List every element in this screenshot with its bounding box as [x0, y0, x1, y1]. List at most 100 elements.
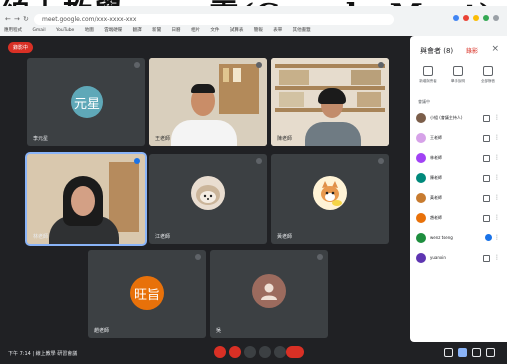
pin-icon[interactable]: [483, 195, 490, 202]
address-bar[interactable]: meet.google.com/xxx-xxxx-xxx: [34, 14, 394, 25]
recording-badge: 錄影中: [8, 42, 34, 53]
books: [351, 70, 381, 85]
bookmark-item[interactable]: YouTube: [56, 28, 74, 33]
participant-name: 黃老師: [277, 234, 293, 240]
reload-icon[interactable]: ↻: [23, 14, 29, 25]
participant-name: 江老師: [155, 234, 171, 240]
pin-icon[interactable]: [483, 175, 490, 182]
more-icon[interactable]: ⋮: [494, 254, 500, 261]
person-body: [305, 122, 361, 146]
person-icon: [261, 283, 277, 300]
books: [279, 92, 304, 107]
avatar: [313, 176, 347, 210]
chat-icon[interactable]: [472, 348, 481, 357]
person-hair: [318, 88, 346, 104]
bookmark-item[interactable]: 地圖: [85, 28, 94, 33]
info-icon[interactable]: [444, 348, 453, 357]
add-people-button[interactable]: 新增與會者: [414, 66, 442, 84]
participant-row[interactable]: 王老師 ⋮: [416, 130, 504, 146]
people-icon[interactable]: [458, 348, 467, 357]
activities-icon[interactable]: [486, 348, 495, 357]
avatar: [416, 233, 426, 243]
speaking-icon: [134, 158, 140, 164]
extension-icon[interactable]: [453, 15, 459, 21]
forward-icon[interactable]: →: [14, 14, 20, 25]
participant-row[interactable]: 林老師 ⋮: [416, 150, 504, 166]
pin-icon[interactable]: [483, 135, 490, 142]
video-tile-man-glasses[interactable]: 王老師: [149, 58, 267, 146]
pin-icon[interactable]: [483, 155, 490, 162]
mute-icon: [483, 66, 493, 76]
mic-icon: [317, 254, 323, 260]
participants-panel: 與會者 (8) 錄影 × 新增與會者 舉手說明 全部靜音 會議中 小組 (會議主…: [410, 36, 507, 342]
bookmark-item[interactable]: 試算表: [230, 28, 244, 33]
meeting-time-title: 下午 7:14 | 線上教學 研習會議: [8, 351, 78, 357]
participant-row[interactable]: 趙老師 ⋮: [416, 210, 504, 226]
video-tile-default-user[interactable]: 吳: [210, 250, 328, 338]
camera-off-button[interactable]: [229, 346, 241, 358]
bookmark-item[interactable]: 文件: [210, 28, 219, 33]
bookmark-item[interactable]: 翻譯: [133, 28, 142, 33]
video-tile-yuanxing[interactable]: 元星 李元星: [27, 58, 145, 146]
video-tile-wangzhi[interactable]: 旺旨 趙老師: [88, 250, 206, 338]
back-icon[interactable]: ←: [5, 14, 11, 25]
avatar: [416, 113, 426, 123]
avatar: 元星: [71, 86, 103, 118]
video-tile-woman-glasses[interactable]: 林老師: [27, 154, 145, 244]
more-icon[interactable]: ⋮: [494, 174, 500, 181]
avatar: [252, 274, 286, 308]
bookmark-item[interactable]: 新聞: [152, 28, 161, 33]
extension-icon[interactable]: [483, 15, 489, 21]
mute-all-button[interactable]: 全部靜音: [474, 66, 502, 84]
book: [223, 68, 229, 82]
bookmark-item[interactable]: 其他書籤: [293, 28, 311, 33]
extension-icon[interactable]: [473, 15, 479, 21]
avatar: [416, 253, 426, 263]
raise-hand-button[interactable]: 舉手說明: [444, 66, 472, 84]
more-icon[interactable]: ⋮: [494, 114, 500, 121]
bookmark-item[interactable]: Gmail: [32, 28, 45, 33]
bookmark-item[interactable]: 雲端硬碟: [104, 28, 122, 33]
profile-icon[interactable]: [493, 15, 499, 21]
avatar: [416, 133, 426, 143]
bookmark-item[interactable]: 相片: [191, 28, 200, 33]
mic-off-button[interactable]: [214, 346, 226, 358]
video-tile-cat[interactable]: 黃老師: [271, 154, 389, 244]
pin-icon[interactable]: [483, 215, 490, 222]
participant-row[interactable]: 黃老師 ⋮: [416, 190, 504, 206]
speaking-icon: [485, 234, 492, 241]
more-icon[interactable]: ⋮: [494, 134, 500, 141]
pin-icon[interactable]: [483, 115, 490, 122]
video-tile-bookshelf-woman[interactable]: 陳老師: [271, 58, 389, 146]
books: [357, 92, 381, 107]
bookmark-item[interactable]: 表單: [273, 28, 282, 33]
more-icon[interactable]: ⋮: [494, 234, 500, 241]
participant-row[interactable]: wenz tseng ⋮: [416, 230, 504, 246]
participant-row[interactable]: yuanxin ⋮: [416, 250, 504, 266]
person-body: [171, 120, 237, 146]
panel-section-label: 會議中: [418, 99, 430, 104]
extension-icon[interactable]: [463, 15, 469, 21]
present-button[interactable]: [259, 346, 271, 358]
more-icon[interactable]: ⋮: [494, 154, 500, 161]
more-icon[interactable]: ⋮: [494, 214, 500, 221]
leave-call-button[interactable]: [286, 346, 304, 358]
bookmark-item[interactable]: 應用程式: [4, 28, 22, 33]
avatar: [191, 176, 225, 210]
raise-hand-button[interactable]: [244, 346, 256, 358]
participant-name: 王老師: [155, 136, 171, 142]
participant-row[interactable]: 小組 (會議主持人) ⋮: [416, 110, 504, 126]
shelf-plank: [275, 64, 385, 68]
bookmark-item[interactable]: 日曆: [172, 28, 181, 33]
pin-icon[interactable]: [483, 255, 490, 262]
more-icon[interactable]: ⋮: [494, 194, 500, 201]
participant-row[interactable]: 陳老師 ⋮: [416, 170, 504, 186]
close-icon[interactable]: ×: [491, 44, 499, 54]
person-head: [71, 186, 95, 216]
participant-name: 李元星: [33, 136, 49, 142]
avatar: [416, 213, 426, 223]
video-tile-hedgehog[interactable]: 江老師: [149, 154, 267, 244]
bookmark-item[interactable]: 簡報: [254, 28, 263, 33]
book: [233, 68, 241, 82]
more-options-button[interactable]: [274, 346, 286, 358]
